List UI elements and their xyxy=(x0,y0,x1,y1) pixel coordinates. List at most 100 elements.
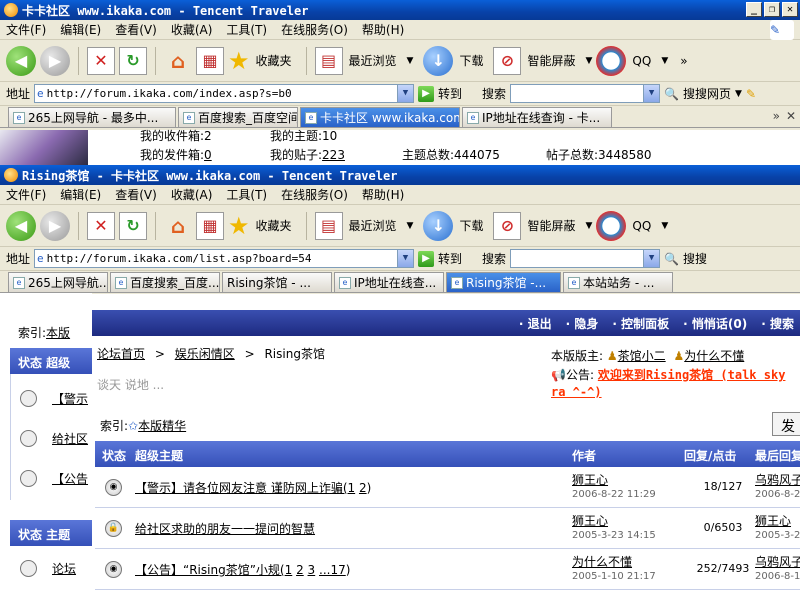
table-row[interactable]: ◉ 【公告】“Rising茶馆”小规(1 2 3 ...17) 为什么不懂 20… xyxy=(95,549,800,590)
table-row[interactable]: ◉ 【警示】请各位网友注意 谨防网上诈骗(1 2) 狮王心 2006-8-22 … xyxy=(95,467,800,508)
search-dropdown-icon[interactable]: ▼ xyxy=(643,250,660,267)
front-tab-baidu[interactable]: e 百度搜索_百度... xyxy=(110,272,220,292)
download-icon[interactable]: ↓ xyxy=(423,45,454,76)
front-tab-rising-1[interactable]: Rising茶馆 - ... xyxy=(222,272,332,292)
back-url-input[interactable]: e http://forum.ikaka.com/index.asp?s=b0 ▼ xyxy=(34,84,415,103)
moderator-2[interactable]: 为什么不懂 xyxy=(684,349,744,363)
recent-icon[interactable]: ▤ xyxy=(314,211,343,240)
menu-view[interactable]: 查看(V) xyxy=(115,21,157,38)
thread-author[interactable]: 狮王心 xyxy=(572,471,608,488)
refresh-button[interactable]: ↻ xyxy=(119,211,147,240)
block-button[interactable]: 智能屏蔽 xyxy=(527,52,575,69)
breadcrumb-home[interactable]: 论坛首页 xyxy=(97,347,145,361)
back-button[interactable]: ◀ xyxy=(6,210,36,241)
refresh-button[interactable]: ↻ xyxy=(119,46,147,75)
menu-edit[interactable]: 编辑(E) xyxy=(60,21,101,38)
back-tab-ip[interactable]: e IP地址在线查询 - 卡... xyxy=(462,107,612,127)
menu-tools[interactable]: 工具(T) xyxy=(226,21,267,38)
go-icon[interactable]: ▶ xyxy=(418,85,435,102)
search-web-button[interactable]: 搜搜网页 xyxy=(683,85,731,102)
menu-view[interactable]: 查看(V) xyxy=(115,186,157,203)
front-title-bar[interactable]: Rising茶馆 - 卡卡社区 www.ikaka.com - Tencent … xyxy=(0,165,800,185)
download-button[interactable]: 下载 xyxy=(459,217,483,234)
menu-edit[interactable]: 编辑(E) xyxy=(60,186,101,203)
menu-help[interactable]: 帮助(H) xyxy=(362,186,404,203)
nav-invisible[interactable]: · 隐身 xyxy=(566,315,599,332)
download-icon[interactable]: ↓ xyxy=(423,210,454,241)
stop-button[interactable]: ✕ xyxy=(87,211,115,240)
minimize-button[interactable]: _ xyxy=(746,2,762,17)
tab-close-icon[interactable]: ✕ xyxy=(786,109,796,123)
nav-logout[interactable]: · 退出 xyxy=(519,315,552,332)
tab-scroll-icon[interactable]: » xyxy=(773,109,780,123)
post-button[interactable]: 发 xyxy=(772,412,800,436)
nav-control-panel[interactable]: · 控制面板 xyxy=(612,315,669,332)
page-link[interactable]: 3 xyxy=(308,563,316,577)
back-tab-265[interactable]: e 265上网导航 - 最多中... xyxy=(8,107,176,127)
block-button[interactable]: 智能屏蔽 xyxy=(527,217,575,234)
front-tab-rising-2[interactable]: e Rising茶馆 -... xyxy=(446,272,561,292)
page-link[interactable]: 2 xyxy=(296,563,304,577)
menu-file[interactable]: 文件(F) xyxy=(6,21,46,38)
nav-search[interactable]: · 搜索 xyxy=(761,315,794,332)
menu-online[interactable]: 在线服务(O) xyxy=(281,21,348,38)
last-reply-author[interactable]: 狮王心 xyxy=(755,512,791,529)
go-button[interactable]: 转到 xyxy=(438,250,462,267)
block-icon[interactable]: ⊘ xyxy=(493,211,522,240)
menu-tools[interactable]: 工具(T) xyxy=(226,186,267,203)
menu-favorites[interactable]: 收藏(A) xyxy=(171,186,213,203)
table-row[interactable]: 🔒 给社区求助的朋友一一提问的智慧 狮王心 2005-3-23 14:15 0/… xyxy=(95,508,800,549)
home-button[interactable]: ⌂ xyxy=(164,47,192,75)
nav-messages[interactable]: · 悄悄话(0) xyxy=(683,315,747,332)
close-button[interactable]: ✕ xyxy=(782,2,798,17)
search-dropdown-icon[interactable]: ▼ xyxy=(643,85,660,102)
qq-icon[interactable] xyxy=(596,210,627,241)
forward-button[interactable]: ▶ xyxy=(40,210,70,241)
stop-button[interactable]: ✕ xyxy=(87,46,115,75)
last-reply-author[interactable]: 乌鸦风子 xyxy=(755,553,800,570)
thread-title-link[interactable]: 【公告】“Rising茶馆”小规( xyxy=(135,563,285,577)
search-magnifier-icon[interactable]: 🔍 xyxy=(664,87,679,101)
menu-online[interactable]: 在线服务(O) xyxy=(281,186,348,203)
download-button[interactable]: 下载 xyxy=(459,52,483,69)
block-icon[interactable]: ⊘ xyxy=(493,46,522,75)
search-magnifier-icon[interactable]: 🔍 xyxy=(664,252,679,266)
front-url-input[interactable]: e http://forum.ikaka.com/list.asp?board=5… xyxy=(34,249,415,268)
moderator-1[interactable]: 茶馆小二 xyxy=(618,349,666,363)
favorites-button[interactable]: 收藏夹 xyxy=(256,217,292,234)
search-input[interactable]: ▼ xyxy=(510,84,661,103)
front-tab-265[interactable]: e 265上网导航... xyxy=(8,272,108,292)
qq-button[interactable]: QQ xyxy=(632,54,651,68)
favorites-button[interactable]: 收藏夹 xyxy=(256,52,292,69)
front-tab-ip[interactable]: e IP地址在线查... xyxy=(334,272,444,292)
thread-title-link[interactable]: 给社区求助的朋友一一提问的智慧 xyxy=(135,522,315,536)
pen-icon[interactable]: ✎ xyxy=(746,87,756,101)
maximize-button[interactable]: ❐ xyxy=(764,2,780,17)
menu-help[interactable]: 帮助(H) xyxy=(362,21,404,38)
my-posts-link[interactable]: 223 xyxy=(322,148,345,162)
search-input[interactable]: ▼ xyxy=(510,249,661,268)
favorites-star-icon[interactable]: ★ xyxy=(228,212,250,240)
recent-icon[interactable]: ▤ xyxy=(314,46,343,75)
page-link[interactable]: 1 xyxy=(285,563,293,577)
thread-author[interactable]: 狮王心 xyxy=(572,512,608,529)
menu-file[interactable]: 文件(F) xyxy=(6,186,46,203)
last-reply-author[interactable]: 乌鸦风子 xyxy=(755,471,800,488)
go-button[interactable]: 转到 xyxy=(438,85,462,102)
calendar-icon[interactable]: ▦ xyxy=(196,46,224,75)
calendar-icon[interactable]: ▦ xyxy=(196,211,224,240)
back-button[interactable]: ◀ xyxy=(6,45,36,76)
home-button[interactable]: ⌂ xyxy=(164,212,192,240)
recent-button[interactable]: 最近浏览 xyxy=(349,52,397,69)
back-title-bar[interactable]: 卡卡社区 www.ikaka.com - Tencent Traveler _ … xyxy=(0,0,800,20)
page-link[interactable]: 1 xyxy=(348,481,356,495)
search-web-button[interactable]: 搜搜 xyxy=(683,250,707,267)
page-link[interactable]: ...17 xyxy=(319,563,346,577)
back-tab-ikaka[interactable]: e 卡卡社区 www.ikaka.com xyxy=(300,107,460,127)
url-dropdown-icon[interactable]: ▼ xyxy=(397,85,414,102)
thread-author[interactable]: 为什么不懂 xyxy=(572,553,632,570)
go-icon[interactable]: ▶ xyxy=(418,250,435,267)
forward-button[interactable]: ▶ xyxy=(40,45,70,76)
qq-button[interactable]: QQ xyxy=(632,219,651,233)
menu-favorites[interactable]: 收藏(A) xyxy=(171,21,213,38)
